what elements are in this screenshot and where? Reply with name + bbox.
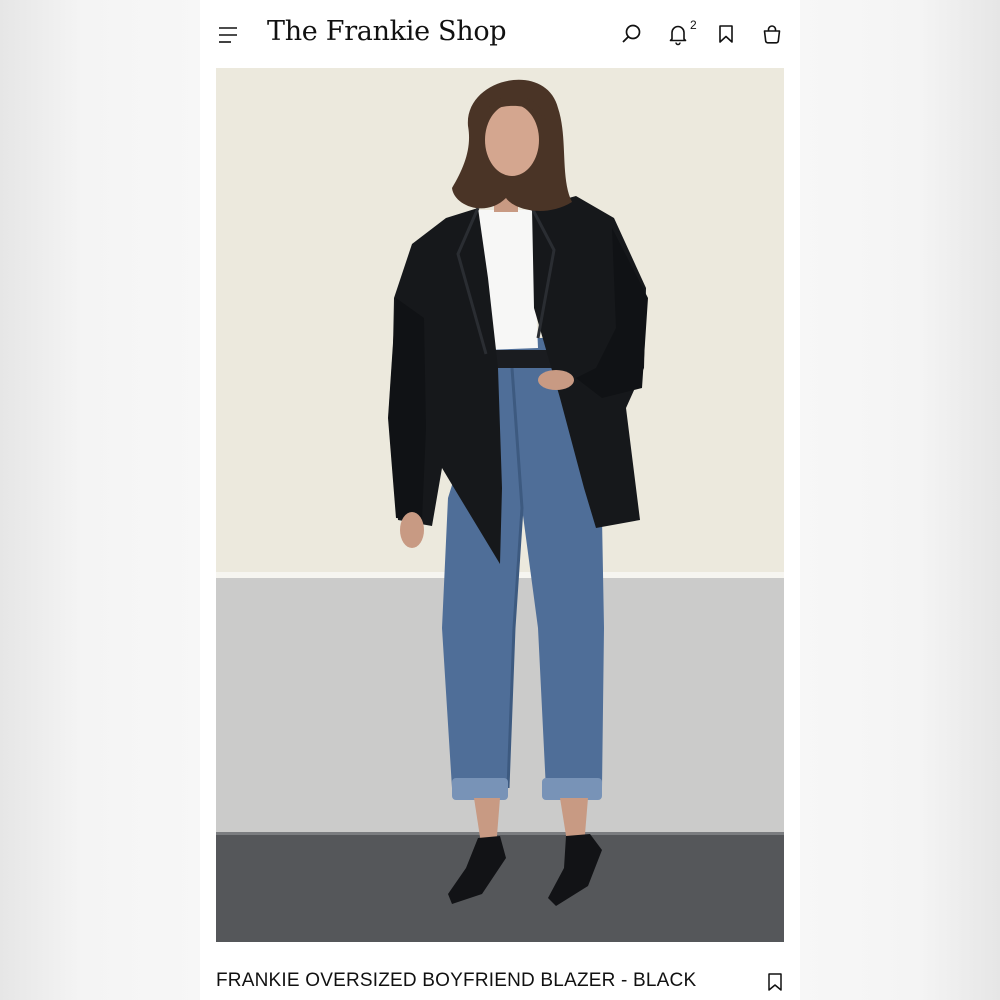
product-image[interactable]	[216, 68, 784, 942]
shopping-bag-icon[interactable]	[760, 22, 784, 46]
product-photo-illustration	[216, 68, 784, 942]
jeans-cuff-right	[542, 778, 602, 800]
product-title[interactable]: FRANKIE OVERSIZED BOYFRIEND BLAZER - BLA…	[216, 970, 696, 992]
bell-icon[interactable]	[666, 22, 690, 46]
notification-badge: 2	[690, 18, 697, 32]
header: The Frankie Shop 2	[200, 0, 800, 68]
menu-icon[interactable]	[218, 26, 238, 44]
mobile-page: The Frankie Shop 2 FRANKIE OVERSIZED BOY…	[200, 0, 800, 1000]
belt	[492, 350, 556, 368]
save-product-bookmark-icon[interactable]	[766, 972, 784, 992]
jeans-cuff-left	[452, 778, 508, 800]
face	[485, 104, 539, 176]
brand-logo[interactable]: The Frankie Shop	[267, 16, 507, 47]
bookmark-icon[interactable]	[714, 22, 738, 46]
search-icon[interactable]	[620, 22, 644, 46]
